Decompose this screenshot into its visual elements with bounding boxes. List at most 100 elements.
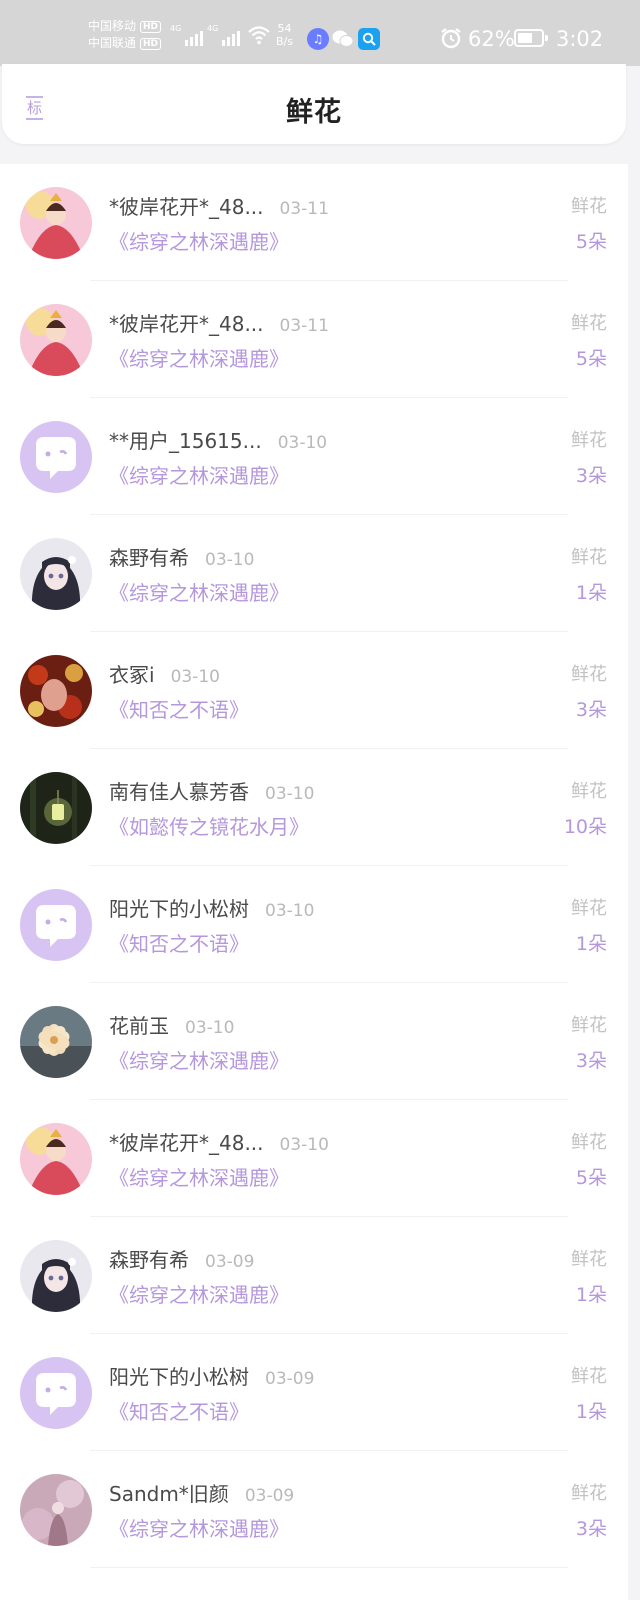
gift-type: 鲜花 [571,1249,607,1270]
network-speed: 54 B/s [276,22,293,48]
avatar[interactable] [20,421,92,493]
sender-name: *彼岸花开*_48... [109,312,264,336]
book-title[interactable]: 《知否之不语》 [109,930,249,958]
book-title[interactable]: 《综穿之林深遇鹿》 [109,579,289,607]
avatar[interactable] [20,772,92,844]
list-item[interactable]: 森野有希 03-09 《综穿之林深遇鹿》 鲜花 1朵 [0,1217,628,1334]
gift-amount: 1朵 [575,933,607,955]
sender-line: 森野有希 03-09 [109,1246,254,1276]
sender-line: 衣冢i 03-10 [109,661,220,691]
avatar[interactable] [20,538,92,610]
list-item[interactable]: *彼岸花开*_48... 03-11 《综穿之林深遇鹿》 鲜花 5朵 [0,164,628,281]
avatar[interactable] [20,1123,92,1195]
alarm-icon [440,27,462,53]
avatar[interactable] [20,1240,92,1312]
book-title[interactable]: 《如懿传之镜花水月》 [109,813,309,841]
sender-name: *彼岸花开*_48... [109,195,264,219]
gift-date: 03-10 [265,784,315,804]
gift-amount: 10朵 [563,816,607,838]
avatar[interactable] [20,1006,92,1078]
sender-name: 花前玉 [109,1014,169,1038]
gift-amount: 5朵 [575,231,607,253]
avatar[interactable] [20,655,92,727]
list-item[interactable]: 森野有希 03-10 《综穿之林深遇鹿》 鲜花 1朵 [0,515,628,632]
page-title: 鲜花 [286,97,342,128]
list-item[interactable]: Sandm*旧颜 03-09 《综穿之林深遇鹿》 鲜花 3朵 [0,1451,628,1568]
network-type-2: 4G [207,24,219,33]
book-title[interactable]: 《综穿之林深遇鹿》 [109,1164,289,1192]
gift-type: 鲜花 [571,781,607,802]
gift-amount: 3朵 [575,465,607,487]
book-title[interactable]: 《综穿之林深遇鹿》 [109,1047,289,1075]
gift-date: 03-10 [170,667,220,687]
sender-name: 衣冢i [109,663,155,687]
hd-badge: HD [140,20,162,33]
gift-amount: 3朵 [575,699,607,721]
book-title[interactable]: 《综穿之林深遇鹿》 [109,1281,289,1309]
avatar[interactable] [20,1474,92,1546]
list-item[interactable]: 阳光下的小松树 03-10 《知否之不语》 鲜花 1朵 [0,866,628,983]
list-item[interactable]: *彼岸花开*_48... 03-10 《综穿之林深遇鹿》 鲜花 5朵 [0,1100,628,1217]
clock: 3:02 [556,27,604,51]
row-divider [90,1567,568,1568]
flower-gift-list: *彼岸花开*_48... 03-11 《综穿之林深遇鹿》 鲜花 5朵 *彼岸花开*_48.… [0,164,628,1600]
avatar[interactable] [20,304,92,376]
sender-name: 阳光下的小松树 [109,897,249,921]
gift-type: 鲜花 [571,313,607,334]
sender-line: *彼岸花开*_48... 03-11 [109,310,329,340]
gift-type: 鲜花 [571,1132,607,1153]
sender-name: 森野有希 [109,1248,189,1272]
sender-line: 阳光下的小松树 03-09 [109,1363,314,1393]
wifi-icon [248,26,270,45]
gift-amount: 3朵 [575,1518,607,1540]
list-item[interactable]: *彼岸花开*_48... 03-11 《综穿之林深遇鹿》 鲜花 5朵 [0,281,628,398]
book-title[interactable]: 《综穿之林深遇鹿》 [109,228,289,256]
book-title[interactable]: 《综穿之林深遇鹿》 [109,462,289,490]
gift-date: 03-10 [265,901,315,921]
book-title[interactable]: 《知否之不语》 [109,1398,249,1426]
gift-type: 鲜花 [571,1483,607,1504]
gift-amount: 1朵 [575,1284,607,1306]
list-item[interactable]: 阳光下的小松树 03-09 《知否之不语》 鲜花 1朵 [0,1334,628,1451]
hd-badge: HD [140,37,162,50]
music-app-icon: ♫ [307,28,329,50]
gift-type: 鲜花 [571,547,607,568]
avatar[interactable] [20,889,92,961]
gift-amount: 1朵 [575,582,607,604]
sender-name: *彼岸花开*_48... [109,1131,264,1155]
sender-name: 南有佳人慕芳香 [109,780,249,804]
book-title[interactable]: 《综穿之林深遇鹿》 [109,1515,289,1543]
sender-line: **用户_15615... 03-10 [109,427,327,457]
list-item[interactable]: **用户_15615... 03-10 《综穿之林深遇鹿》 鲜花 3朵 [0,398,628,515]
battery-icon [514,29,548,47]
gift-date: 03-10 [279,1135,329,1155]
battery-percent: 62% [468,27,515,51]
gift-type: 鲜花 [571,1015,607,1036]
carrier-2: 中国联通 [88,36,137,50]
sender-line: Sandm*旧颜 03-09 [109,1480,294,1510]
sender-name: Sandm*旧颜 [109,1482,229,1506]
sender-name: **用户_15615... [109,429,262,453]
signal-2-icon: 4G [207,24,241,46]
list-item[interactable]: 花前玉 03-10 《综穿之林深遇鹿》 鲜花 3朵 [0,983,628,1100]
list-item[interactable]: 南有佳人慕芳香 03-10 《如懿传之镜花水月》 鲜花 10朵 [0,749,628,866]
gift-amount: 5朵 [575,1167,607,1189]
sender-line: 南有佳人慕芳香 03-10 [109,778,314,808]
sender-line: 阳光下的小松树 03-10 [109,895,314,925]
list-item[interactable]: 衣冢i 03-10 《知否之不语》 鲜花 3朵 [0,632,628,749]
book-title[interactable]: 《知否之不语》 [109,696,249,724]
carrier-info: 中国移动 HD 中国联通 HD [88,18,162,52]
signal-1-icon: 4G [170,24,204,46]
gift-amount: 5朵 [575,348,607,370]
sender-line: *彼岸花开*_48... 03-10 [109,1129,329,1159]
gift-date: 03-10 [185,1018,235,1038]
gift-type: 鲜花 [571,898,607,919]
sender-line: 花前玉 03-10 [109,1012,234,1042]
book-title[interactable]: 《综穿之林深遇鹿》 [109,345,289,373]
gift-type: 鲜花 [571,430,607,451]
search-app-icon [358,28,380,50]
avatar[interactable] [20,187,92,259]
sender-name: 阳光下的小松树 [109,1365,249,1389]
wechat-icon [332,28,354,50]
avatar[interactable] [20,1357,92,1429]
